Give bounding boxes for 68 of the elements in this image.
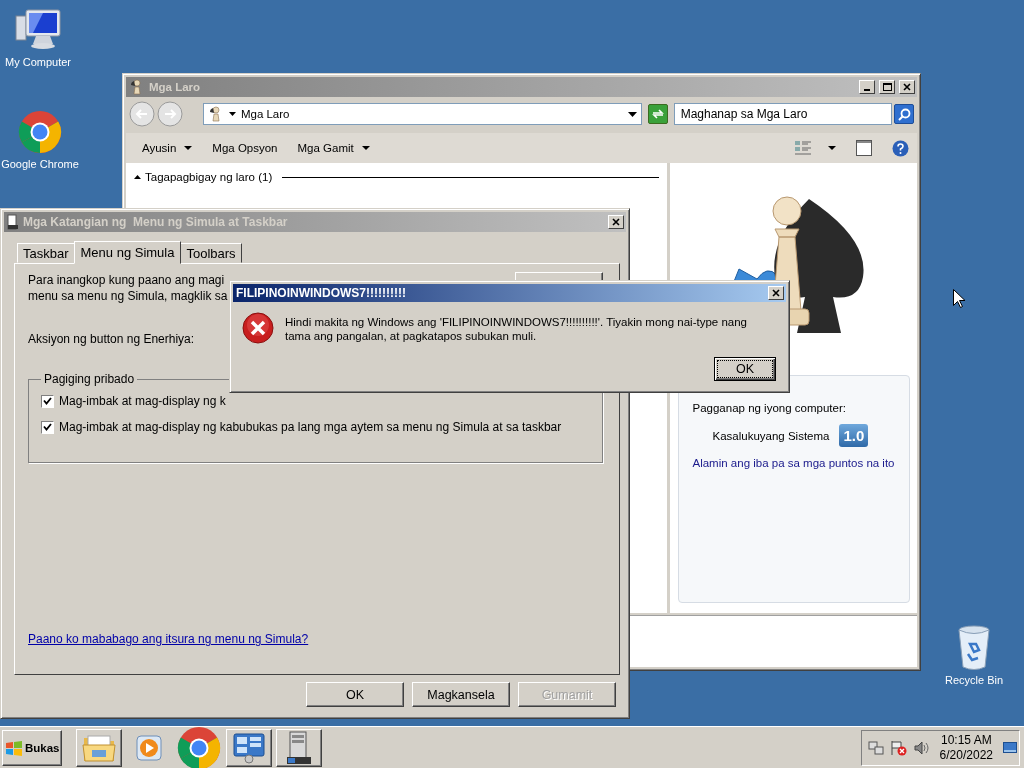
cursor-icon — [953, 289, 965, 308]
refresh-icon — [650, 108, 665, 120]
collapse-arrow-icon[interactable] — [134, 175, 141, 179]
search-button[interactable] — [894, 104, 915, 124]
close-icon — [611, 218, 621, 226]
learn-more-link[interactable]: Alamin ang iba pa sa mga puntos na ito — [692, 457, 895, 469]
group-header[interactable]: Tagapagbigay ng laro (1) — [145, 171, 273, 183]
score-badge: 1.0 — [839, 424, 869, 447]
search-field[interactable]: Maghanap sa Mga Laro — [673, 103, 893, 125]
toolbar-menu[interactable]: Ayusin — [134, 139, 201, 157]
computer-icon — [14, 8, 62, 52]
system-label: Kasalukuyang Sistema — [712, 429, 830, 442]
start-button[interactable]: Bukas — [2, 729, 62, 766]
help-icon[interactable] — [892, 139, 909, 157]
power-button-label: Aksiyon ng button ng Enerhiya: — [28, 332, 195, 346]
title-bar: Mga Katangian ng Menu ng Simula at Taskbar — [4, 212, 626, 232]
dropdown-caret-icon — [627, 111, 637, 117]
windows-flag-icon — [5, 739, 23, 756]
error-icon — [242, 312, 274, 344]
checkbox[interactable] — [41, 394, 54, 408]
caret-icon — [228, 112, 236, 116]
speaker-icon[interactable] — [913, 739, 930, 756]
description-text: menu sa menu ng Simula, magklik sa — [28, 288, 228, 304]
help-link[interactable]: Paano ko mababago ang itsura ng menu ng Simula? — [28, 632, 309, 646]
taskbar-button[interactable] — [76, 728, 122, 767]
maximize-icon — [882, 83, 892, 91]
close-button[interactable] — [768, 286, 784, 300]
title-bar: Mga Laro — [126, 77, 917, 97]
pane-icon[interactable] — [856, 140, 872, 156]
desktop-icon[interactable]: My Computer — [0, 8, 78, 68]
ok-button[interactable]: OK — [714, 357, 776, 381]
control-panel-icon — [232, 731, 266, 764]
chrome-icon — [18, 110, 62, 154]
flag-error-icon[interactable] — [889, 739, 908, 756]
close-icon — [771, 289, 781, 297]
checkbox-label: Mag-imbak at mag-display ng kabubukas pa lang mga aytem sa menu ng Simula at sa taskbar — [59, 420, 562, 434]
tab[interactable]: Toolbars — [180, 243, 242, 263]
show-desktop-icon[interactable] — [1003, 741, 1017, 754]
back-forward-icon[interactable] — [129, 101, 185, 127]
search-icon — [897, 107, 911, 121]
address-bar[interactable]: Mga Laro — [202, 103, 642, 125]
taskbar-icon — [7, 214, 19, 230]
taskbar-button[interactable] — [276, 728, 322, 767]
tab[interactable]: Taskbar — [17, 243, 75, 263]
checkbox-label: Mag-imbak at mag-display ng k — [59, 394, 226, 408]
dialog-button[interactable]: Magkansela — [412, 682, 510, 707]
toolbar-menu[interactable]: Mga Gamit — [289, 139, 378, 157]
dialog-button[interactable]: OK — [306, 682, 404, 707]
desktop-icon[interactable]: Recycle Bin — [934, 624, 1014, 686]
toolbar-menu[interactable]: Mga Opsyon — [204, 139, 286, 157]
title-bar: FILIPINOINWINDOWS7!!!!!!!!!! — [233, 284, 786, 302]
refresh-button[interactable] — [647, 104, 668, 124]
performance-text: Pagganap ng iyong computer: — [692, 402, 847, 414]
caret-icon[interactable] — [828, 146, 836, 150]
checkmark-icon — [43, 423, 52, 431]
network-icon[interactable] — [867, 739, 884, 756]
error-message: Hindi makita ng Windows ang 'FILIPINOINWINDOWS7!!!!!!!!!!'. Tiyakin mong nai-type nang tama ang pangalan, at pagkatapos subukan muli. — [285, 315, 748, 344]
close-icon — [902, 83, 912, 91]
group-title: Pagiging pribado — [43, 372, 136, 386]
recycle-bin-icon — [956, 624, 992, 670]
desktop-icon[interactable]: Google Chrome — [0, 110, 80, 170]
taskbar-button[interactable] — [226, 728, 272, 767]
checkmark-icon — [43, 397, 52, 405]
tab[interactable]: Menu ng Simula — [73, 241, 182, 264]
checkbox[interactable] — [41, 420, 54, 434]
server-icon — [284, 730, 314, 765]
description-text: Para inangkop kung paano ang magi — [28, 272, 226, 288]
media-player-icon — [134, 732, 164, 763]
